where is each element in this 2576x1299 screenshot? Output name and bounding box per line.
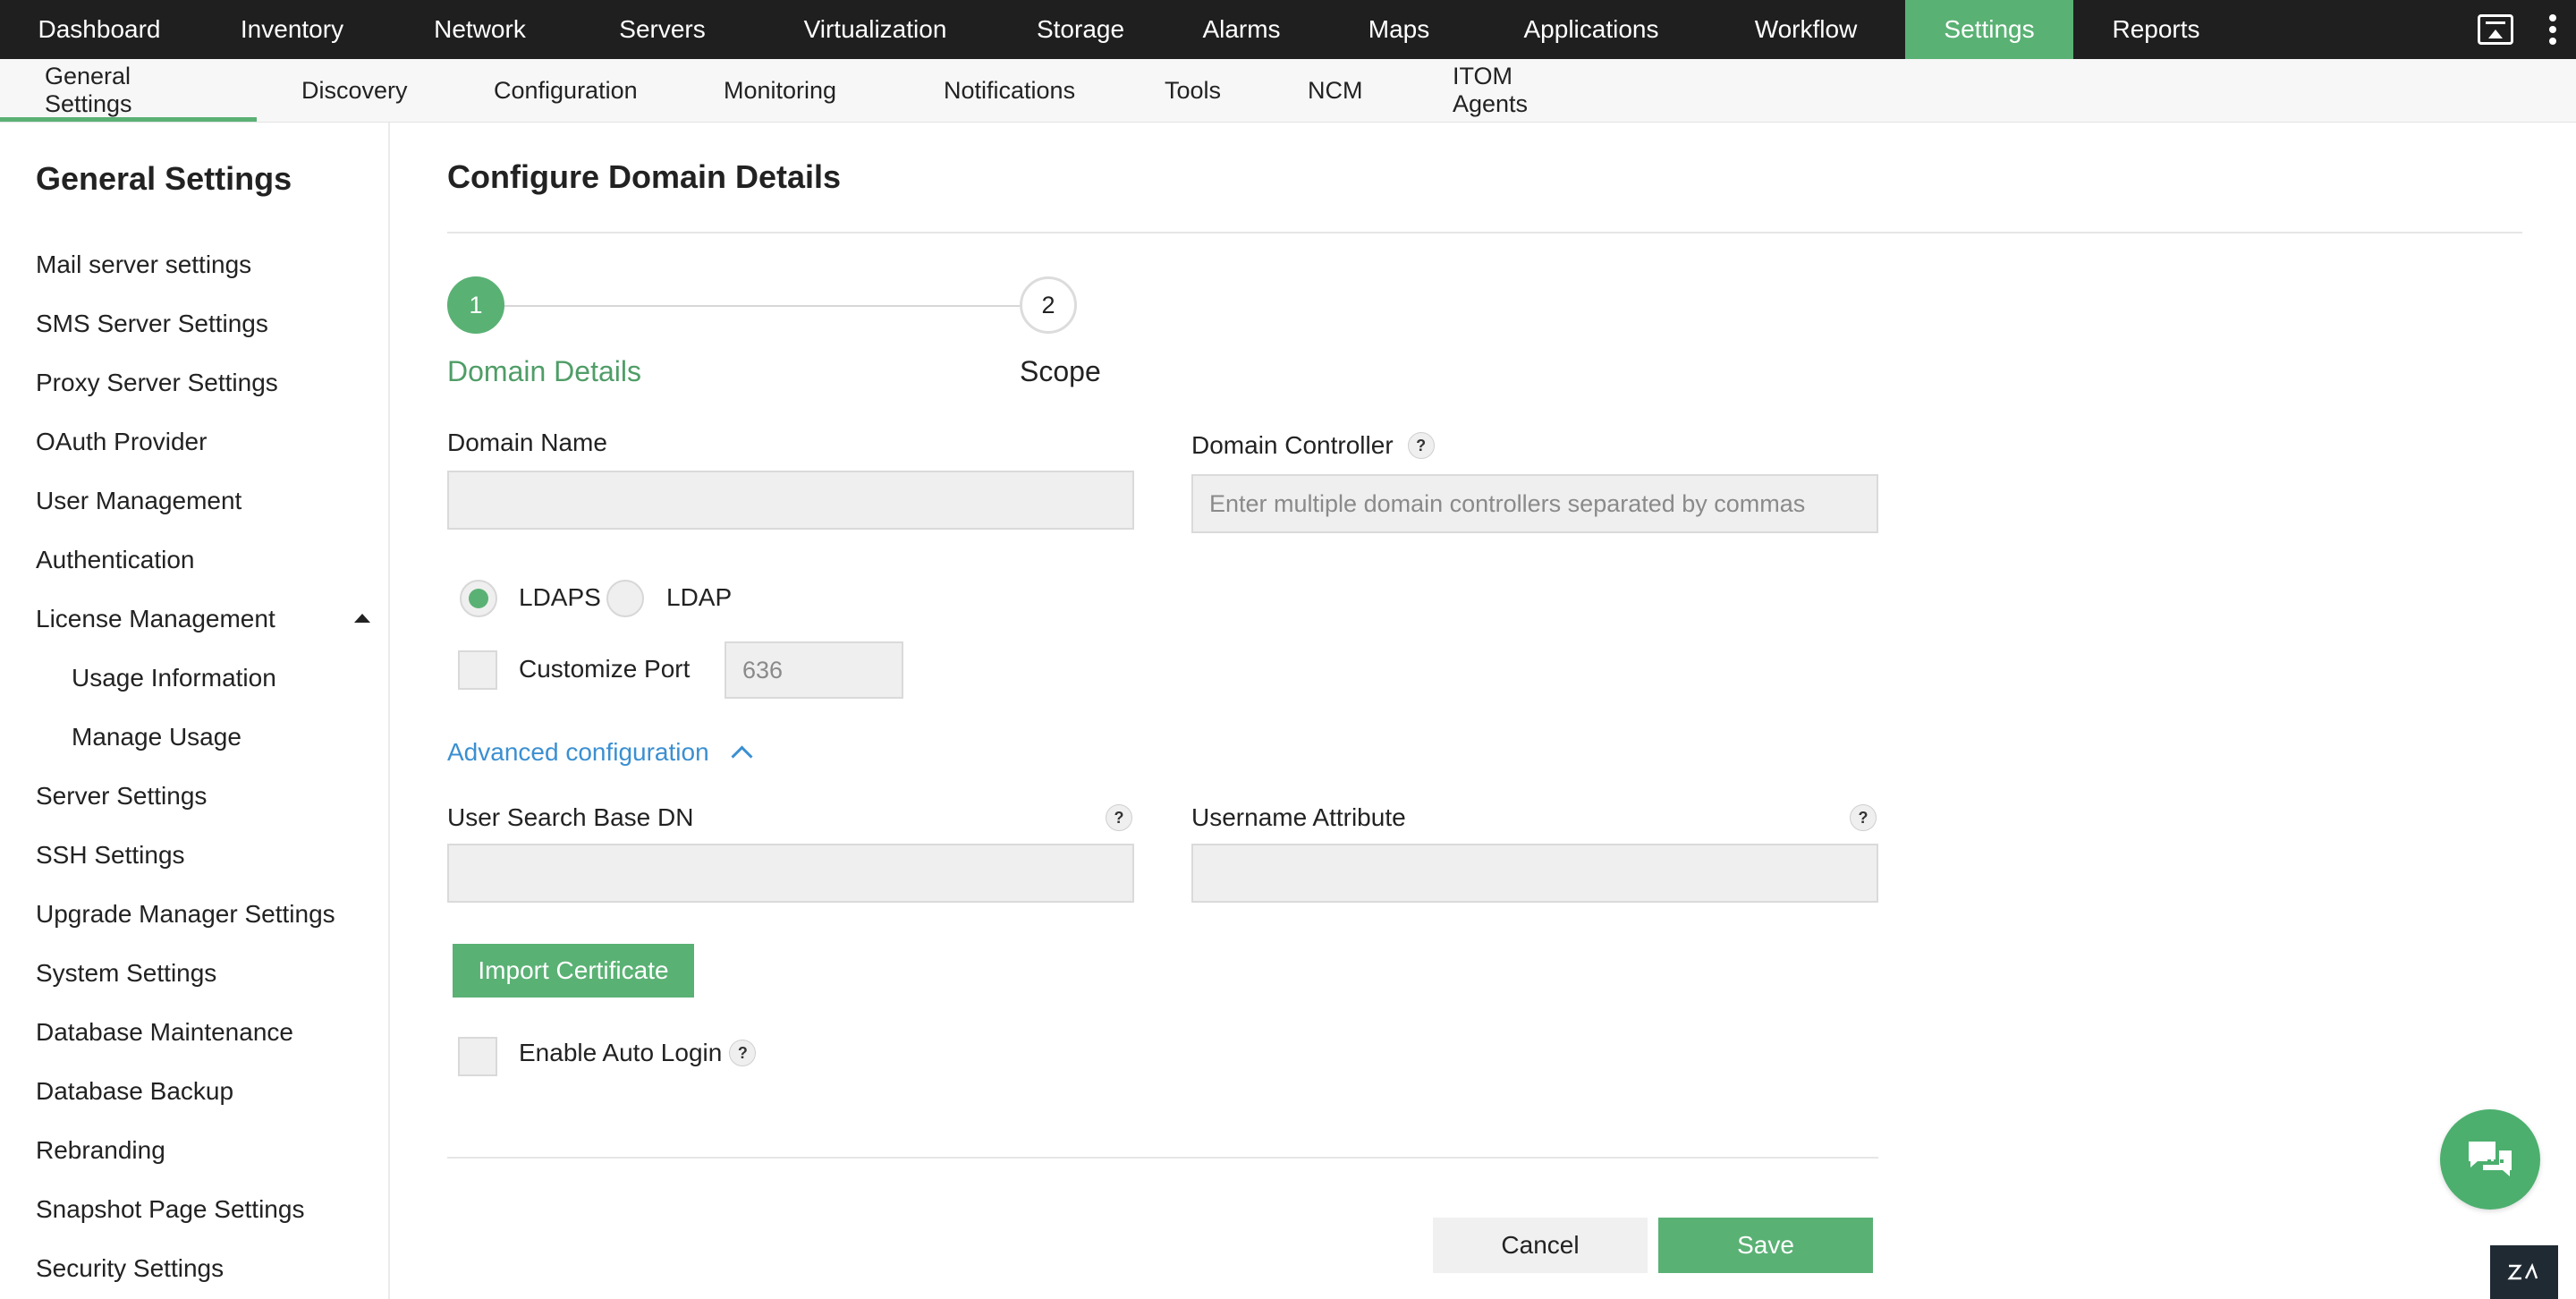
help-icon[interactable]: ? — [1407, 432, 1435, 459]
help-icon[interactable]: ? — [1850, 804, 1877, 831]
sidebar-item-manage-usage[interactable]: Manage Usage — [0, 708, 390, 767]
sidebar-list: Mail server settings SMS Server Settings… — [0, 235, 390, 1298]
customize-port-checkbox[interactable] — [458, 650, 497, 690]
sidebar-item-rebranding[interactable]: Rebranding — [0, 1121, 390, 1180]
tab-configuration[interactable]: Configuration — [449, 59, 679, 122]
sidebar-item-server-settings[interactable]: Server Settings — [0, 767, 390, 826]
tab-general-settings[interactable]: General Settings — [0, 59, 257, 122]
username-attribute-label: Username Attribute — [1191, 803, 1406, 831]
user-search-base-dn-label: User Search Base DN — [447, 803, 694, 831]
ldaps-radio[interactable] — [460, 580, 497, 617]
nav-inventory[interactable]: Inventory — [199, 0, 386, 59]
port-input[interactable] — [724, 641, 903, 699]
sidebar-item-usage-information[interactable]: Usage Information — [0, 649, 390, 708]
advanced-configuration-label: Advanced configuration — [447, 738, 709, 766]
tab-itom-agents[interactable]: ITOM Agents — [1408, 59, 1623, 122]
step-1-label: Domain Details — [447, 355, 641, 387]
help-icon[interactable]: ? — [729, 1040, 757, 1066]
import-certificate-button[interactable]: Import Certificate — [453, 944, 694, 998]
username-attribute-input[interactable] — [1191, 844, 1878, 903]
enable-auto-login-checkbox[interactable] — [458, 1037, 497, 1076]
nav-settings[interactable]: Settings — [1905, 0, 2073, 59]
sidebar-item-security-settings[interactable]: Security Settings — [0, 1239, 390, 1298]
save-button[interactable]: Save — [1658, 1218, 1873, 1273]
nav-alarms[interactable]: Alarms — [1161, 0, 1322, 59]
nav-workflow[interactable]: Workflow — [1707, 0, 1905, 59]
tab-ncm[interactable]: NCM — [1263, 59, 1408, 122]
nav-applications[interactable]: Applications — [1476, 0, 1707, 59]
cancel-button[interactable]: Cancel — [1433, 1218, 1648, 1273]
advanced-configuration-link[interactable]: Advanced configuration — [447, 738, 753, 768]
caret-up-icon[interactable] — [354, 614, 370, 623]
sidebar-item-proxy-server[interactable]: Proxy Server Settings — [0, 353, 390, 412]
title-divider — [447, 232, 2522, 233]
sidebar-item-user-management[interactable]: User Management — [0, 471, 390, 531]
sidebar-item-oauth-provider[interactable]: OAuth Provider — [0, 412, 390, 471]
nav-maps[interactable]: Maps — [1322, 0, 1476, 59]
topnav-right-icons — [2478, 0, 2576, 59]
sidebar-item-upgrade-manager[interactable]: Upgrade Manager Settings — [0, 885, 390, 944]
nav-storage[interactable]: Storage — [1000, 0, 1161, 59]
ldap-radio[interactable] — [606, 580, 644, 617]
sidebar-item-system-settings[interactable]: System Settings — [0, 944, 390, 1003]
sidebar-item-database-maintenance[interactable]: Database Maintenance — [0, 1003, 390, 1062]
nav-servers[interactable]: Servers — [574, 0, 750, 59]
tab-tools[interactable]: Tools — [1120, 59, 1263, 122]
nav-dashboard[interactable]: Dashboard — [0, 0, 199, 59]
sidebar-title: General Settings — [36, 160, 292, 197]
sidebar-item-mail-server[interactable]: Mail server settings — [0, 235, 390, 294]
page-title: Configure Domain Details — [447, 158, 842, 195]
domain-name-input[interactable] — [447, 471, 1134, 530]
help-icon[interactable]: ? — [1106, 804, 1132, 831]
top-navigation: Dashboard Inventory Network Servers Virt… — [0, 0, 2576, 59]
nav-reports[interactable]: Reports — [2073, 0, 2239, 59]
sidebar: General Settings Mail server settings SM… — [0, 123, 390, 1299]
tab-notifications[interactable]: Notifications — [899, 59, 1120, 122]
tab-monitoring[interactable]: Monitoring — [679, 59, 899, 122]
user-search-base-dn-input[interactable] — [447, 844, 1134, 903]
step-connector — [504, 305, 1021, 307]
domain-controller-input[interactable] — [1191, 474, 1878, 533]
zia-logo-icon — [2507, 1262, 2538, 1280]
chevron-up-icon — [731, 744, 753, 768]
screen-icon[interactable] — [2478, 14, 2513, 45]
sidebar-item-sms-server[interactable]: SMS Server Settings — [0, 294, 390, 353]
footer-divider — [447, 1157, 1878, 1159]
step-2-label: Scope — [1020, 355, 1101, 387]
sidebar-item-authentication[interactable]: Authentication — [0, 531, 390, 590]
chat-bubbles-icon[interactable] — [2440, 1109, 2540, 1210]
customize-port-label: Customize Port — [519, 655, 691, 683]
sidebar-item-snapshot-page[interactable]: Snapshot Page Settings — [0, 1180, 390, 1239]
chat-bubbles-glyph — [2469, 1142, 2512, 1176]
domain-name-label: Domain Name — [447, 429, 607, 456]
sidebar-item-ssh-settings[interactable]: SSH Settings — [0, 826, 390, 885]
ldaps-label: LDAPS — [519, 583, 601, 611]
nav-virtualization[interactable]: Virtualization — [750, 0, 1000, 59]
step-1-circle[interactable]: 1 — [447, 276, 504, 334]
domain-controller-label: Domain Controller — [1191, 431, 1394, 459]
sidebar-item-database-backup[interactable]: Database Backup — [0, 1062, 390, 1121]
kebab-menu-icon[interactable] — [2549, 14, 2558, 45]
ldap-label: LDAP — [666, 583, 733, 611]
enable-auto-login-label: Enable Auto Login — [519, 1039, 723, 1066]
nav-network[interactable]: Network — [386, 0, 574, 59]
zia-badge[interactable] — [2490, 1245, 2558, 1299]
wizard-stepper: 1 2 Domain Details Scope — [447, 275, 1127, 387]
enable-auto-login-row: Enable Auto Login ? — [519, 1039, 757, 1067]
sub-navigation: General Settings Discovery Configuration… — [0, 59, 2576, 123]
sidebar-item-license-management[interactable]: License Management — [0, 590, 390, 649]
domain-controller-label-row: Domain Controller ? — [1191, 431, 1435, 460]
sidebar-item-label: License Management — [36, 605, 275, 633]
tab-discovery[interactable]: Discovery — [257, 59, 449, 122]
step-2-circle[interactable]: 2 — [1020, 276, 1077, 334]
